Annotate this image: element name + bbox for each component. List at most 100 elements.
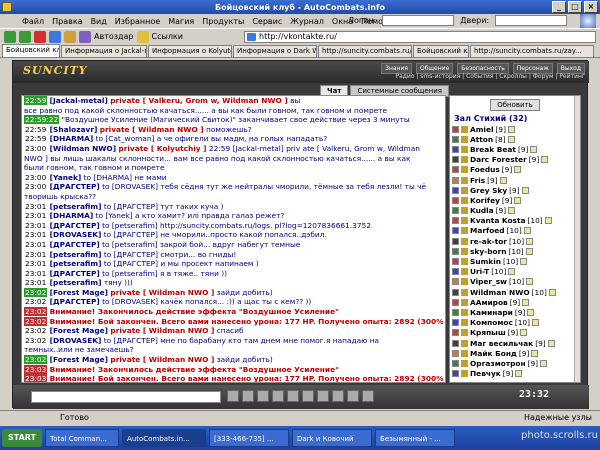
login-input[interactable]	[382, 15, 455, 26]
user-info-icon[interactable]	[544, 217, 552, 225]
menu-edit[interactable]: Правка	[48, 17, 86, 26]
chat-nick[interactable]: [ДРАГСТЕР]	[50, 182, 100, 191]
minimize-button[interactable]: _	[552, 1, 566, 13]
chat-nick[interactable]: [ДРАГСТЕР]	[50, 240, 100, 249]
start-button[interactable]: START	[2, 429, 43, 447]
chat-nick[interactable]: [petserafim]	[50, 202, 102, 211]
menu-service[interactable]: Сервис	[248, 17, 286, 26]
doors-input[interactable]	[495, 15, 568, 26]
menu-magic[interactable]: Магия	[164, 17, 198, 26]
user-list-item[interactable]: Kvanta Kosta [10]	[452, 216, 578, 226]
user-list-item[interactable]: Маг весильчак [9]	[452, 338, 578, 348]
chat-private-tag[interactable]: private [ Wildman NWO ]	[110, 326, 214, 335]
user-info-icon[interactable]	[514, 166, 522, 174]
tab-fight-club-2[interactable]: Бойцовский клуб	[413, 45, 469, 57]
tool-icon-3[interactable]	[257, 390, 269, 402]
user-list-item[interactable]: Viper_sw [10]	[452, 277, 578, 287]
tool-icon-1[interactable]	[227, 390, 239, 402]
user-info-icon[interactable]	[540, 359, 548, 367]
chat-nick[interactable]: [ДРАГСТЕР]	[50, 221, 100, 230]
user-info-icon[interactable]	[521, 186, 529, 194]
chat-private-tag[interactable]: private [ Kolyutchiy ]	[118, 144, 206, 153]
tab-suncity-2[interactable]: http://suncity.combats.ru/zay...	[470, 45, 594, 57]
tab-fight-club[interactable]: Бойцовский клуб	[2, 44, 60, 57]
user-list-item[interactable]: Grey Sky [9]	[452, 185, 578, 195]
links-button[interactable]: Ссылки	[152, 32, 183, 41]
tool-icon-9[interactable]	[347, 390, 359, 402]
chat-input[interactable]	[31, 391, 221, 403]
user-list-item[interactable]: Каминари [9]	[452, 307, 578, 317]
print-icon[interactable]	[79, 30, 91, 43]
user-info-icon[interactable]	[523, 227, 531, 235]
user-info-icon[interactable]	[499, 176, 507, 184]
user-list-item[interactable]: Foedus [9]	[452, 165, 578, 175]
tool-icon-6[interactable]	[302, 390, 314, 402]
chat-nick[interactable]: [Wildman NWO]	[50, 144, 116, 153]
home-icon[interactable]	[64, 30, 76, 43]
chat-nick[interactable]: [petserafim]	[50, 278, 102, 287]
task-total-commander[interactable]: Total Comman...	[45, 429, 120, 447]
user-info-icon[interactable]	[541, 156, 549, 164]
user-list-item[interactable]: Оргазмотрон [9]	[452, 358, 578, 368]
user-info-icon[interactable]	[507, 125, 515, 133]
user-list-item[interactable]: Darc Forester [9]	[452, 155, 578, 165]
chat-nick[interactable]: [ДРАГСТЕР]	[50, 269, 100, 278]
user-list-item[interactable]: re-ak-tor [10]	[452, 236, 578, 246]
user-list-item[interactable]: Amiel [9]	[452, 124, 578, 134]
user-list-item[interactable]: Atton [8]	[452, 134, 578, 144]
user-info-icon[interactable]	[532, 319, 540, 327]
stop-icon[interactable]	[34, 30, 46, 43]
user-info-icon[interactable]	[515, 370, 523, 378]
user-info-icon[interactable]	[507, 135, 515, 143]
user-info-icon[interactable]	[520, 258, 528, 266]
chat-nick[interactable]: [DHARMA]	[50, 211, 94, 220]
menu-file[interactable]: Файл	[18, 17, 48, 26]
user-list-item[interactable]: Fris [9]	[452, 175, 578, 185]
back-icon[interactable]	[4, 30, 16, 43]
chat-log[interactable]: 22:59 [Jackal-metal] private [ Valkeru, …	[21, 95, 446, 383]
chat-nick[interactable]: [Yanek]	[50, 173, 82, 182]
autofill-button[interactable]: Автоздар	[94, 32, 134, 41]
tab-info-kolyutchiy[interactable]: Информация о Kolyutchiy	[148, 45, 232, 57]
maximize-button[interactable]: □	[568, 1, 582, 13]
user-info-icon[interactable]	[530, 145, 538, 153]
user-info-icon[interactable]	[548, 288, 556, 296]
subnav-links[interactable]: Радио | sms-история | События | Скроллы …	[395, 73, 585, 80]
menu-view[interactable]: Вид	[87, 17, 111, 26]
chat-private-tag[interactable]: private [ Wildman NWO ]	[110, 355, 214, 364]
user-list-item[interactable]: Uri-T [10]	[452, 267, 578, 277]
chat-private-tag[interactable]: private [ Wildman NWO ]	[100, 125, 204, 134]
favorites-icon[interactable]	[136, 30, 149, 43]
address-bar[interactable]: http://vkontakte.ru/	[244, 31, 596, 43]
refresh-icon[interactable]	[49, 30, 61, 43]
user-list-item[interactable]: Korifey [9]	[452, 195, 578, 205]
user-list-item[interactable]: Компомос [10]	[452, 318, 578, 328]
tool-icon-5[interactable]	[287, 390, 299, 402]
user-info-icon[interactable]	[514, 196, 522, 204]
forward-icon[interactable]	[19, 30, 31, 43]
user-info-icon[interactable]	[508, 207, 516, 215]
menu-favorites[interactable]: Избранное	[111, 17, 164, 26]
close-button[interactable]: ×	[584, 1, 598, 13]
chat-nick[interactable]: [Jackal-metal]	[50, 96, 108, 105]
user-list-item[interactable]: Break Beat [9]	[452, 144, 578, 154]
user-info-icon[interactable]	[520, 329, 528, 337]
user-list-item[interactable]: Sumkin [10]	[452, 256, 578, 266]
tool-icon-2[interactable]	[242, 390, 254, 402]
user-list-item[interactable]: Певчук [9]	[452, 369, 578, 379]
chat-nick[interactable]: [DROVASEK]	[50, 336, 102, 345]
user-list-item[interactable]: Kudla [9]	[452, 206, 578, 216]
tab-info-darkwand[interactable]: Информация о Dark Wand	[233, 45, 317, 57]
tool-icon-8[interactable]	[332, 390, 344, 402]
users-scrollbar[interactable]	[574, 96, 580, 382]
task-icq[interactable]: [333-466-735] ...	[209, 429, 290, 447]
chat-private-tag[interactable]: private [ Valkeru, Grom w, Wildman NWO ]	[110, 96, 288, 105]
user-info-icon[interactable]	[547, 339, 555, 347]
chat-nick[interactable]: [DROVASEK]	[50, 230, 102, 239]
chat-private-tag[interactable]: private [ Wildman NWO ]	[110, 288, 214, 297]
chat-nick[interactable]: [Forest Mage]	[50, 355, 108, 364]
menu-products[interactable]: Продукты	[198, 17, 248, 26]
user-list-item[interactable]: Wildman NWO [10]	[452, 287, 578, 297]
chat-nick[interactable]: [petserafim]	[50, 259, 102, 268]
user-info-icon[interactable]	[531, 349, 539, 357]
